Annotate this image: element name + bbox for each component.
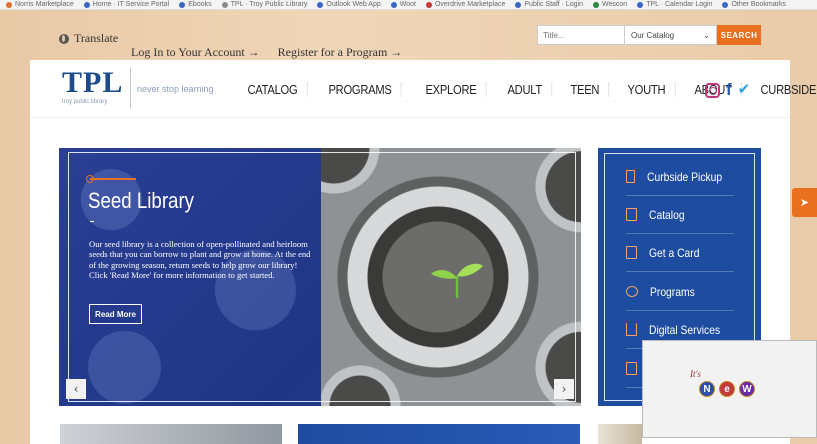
hero-title: Seed Library — [88, 188, 195, 213]
bookmark-item[interactable]: Wescon — [593, 1, 627, 8]
bookmark-item[interactable]: Overdrive Marketplace — [425, 1, 505, 8]
search-input[interactable] — [537, 25, 625, 45]
chevron-left-icon: ‹ — [73, 382, 79, 396]
translate-label: Translate — [74, 31, 119, 45]
video-overlay[interactable]: It's N e W — [642, 340, 817, 438]
nav-item-curbside[interactable]: CURBSIDE — [751, 82, 817, 97]
nav-item-explore[interactable]: EXPLORE — [416, 82, 487, 97]
bookmark-item[interactable]: Other Bookmarks — [722, 1, 786, 8]
logo-mark: TPL — [62, 66, 124, 99]
bookmark-item[interactable]: TPL · Troy Public Library — [221, 1, 307, 8]
register-link[interactable]: Register for a Program → — [278, 45, 403, 60]
logo-subtext: troy public library — [62, 99, 108, 105]
chevron-down-icon: ⌄ — [703, 30, 710, 40]
people-icon — [626, 286, 638, 297]
bookmark-favicon-icon — [221, 1, 228, 8]
bookmark-item[interactable]: Norris Marketplace — [6, 1, 74, 8]
bookmark-favicon-icon — [83, 1, 90, 8]
document-icon — [626, 170, 635, 183]
overlay-letter: e — [719, 381, 735, 397]
overlay-letter: N — [699, 381, 715, 397]
translate-widget[interactable]: Translate — [59, 31, 118, 46]
quick-link-programs[interactable]: Programs — [626, 273, 734, 311]
feature-tile[interactable] — [298, 424, 580, 444]
overlay-letter: W — [739, 381, 755, 397]
bookmark-item[interactable]: TPL · Calendar Login — [637, 1, 712, 8]
twitter-icon[interactable]: ✔ — [738, 82, 751, 98]
overlay-its-text: It's — [690, 369, 701, 379]
nav-item-teen[interactable]: TEEN — [561, 82, 610, 97]
search-button[interactable]: SEARCH — [717, 25, 761, 45]
facebook-icon[interactable]: f — [726, 81, 732, 98]
search-scope-select[interactable]: Our Catalog ⌄ — [625, 25, 717, 45]
bookmark-favicon-icon — [515, 1, 522, 8]
logo-divider — [130, 68, 131, 108]
read-more-button[interactable]: Read More — [89, 304, 142, 324]
bookmark-item[interactable]: Woot — [390, 1, 416, 8]
slider-next-button[interactable]: › — [554, 379, 574, 399]
bookmark-item[interactable]: Home · IT Service Portal — [83, 1, 169, 8]
search-bar: Our Catalog ⌄ SEARCH — [537, 25, 761, 45]
nav-item-adult[interactable]: ADULT — [498, 82, 553, 97]
site-logo[interactable]: TPL troy public library — [62, 66, 128, 106]
hero-dash — [90, 221, 94, 222]
bookmark-item[interactable]: Outlook Web App — [317, 1, 381, 8]
nav-item-programs[interactable]: PROGRAMS — [319, 82, 403, 97]
nav-item-youth[interactable]: YOUTH — [618, 82, 676, 97]
share-button[interactable]: ➤ — [792, 188, 817, 217]
bookmark-favicon-icon — [425, 1, 432, 8]
nav-item-catalog[interactable]: CATALOG — [238, 82, 308, 97]
instagram-icon[interactable] — [705, 82, 720, 98]
bookmark-favicon-icon — [6, 1, 12, 8]
login-link[interactable]: Log In to Your Account → — [131, 45, 260, 60]
bookmark-favicon-icon — [637, 1, 644, 8]
bookmark-favicon-icon — [179, 1, 186, 8]
account-links: Log In to Your Account → Register for a … — [131, 45, 402, 60]
feature-tile[interactable] — [60, 424, 282, 444]
download-icon — [626, 323, 637, 336]
feature-tile[interactable] — [598, 424, 642, 444]
bookmark-favicon-icon — [390, 1, 397, 8]
document-icon — [626, 362, 637, 375]
hero-description: Our seed library is a collection of open… — [89, 239, 311, 281]
hero-accent-line — [86, 175, 136, 183]
quick-link-catalog[interactable]: Catalog — [626, 196, 734, 234]
quick-link-curbside-pickup[interactable]: Curbside Pickup — [626, 158, 734, 196]
chevron-right-icon: › — [561, 382, 567, 396]
tagline: never stop learning — [137, 84, 214, 94]
slider-prev-button[interactable]: ‹ — [66, 379, 86, 399]
bookmark-favicon-icon — [593, 1, 600, 8]
quick-link-get-a-card[interactable]: Get a Card — [626, 234, 734, 272]
bookmark-favicon-icon — [317, 1, 324, 8]
bookmark-item[interactable]: Public Staff · Login — [515, 1, 583, 8]
book-icon — [626, 208, 637, 221]
search-scope-value: Our Catalog — [631, 30, 675, 40]
share-icon: ➤ — [799, 196, 810, 209]
bookmark-item[interactable]: Ebooks — [179, 1, 212, 8]
social-links: f ✔ — [705, 81, 751, 98]
folder-icon — [722, 1, 729, 8]
card-icon — [626, 246, 637, 259]
bookmarks-bar: Norris Marketplace Home · IT Service Por… — [0, 0, 817, 10]
globe-icon — [59, 33, 69, 44]
site-header: TPL troy public library never stop learn… — [30, 60, 816, 118]
